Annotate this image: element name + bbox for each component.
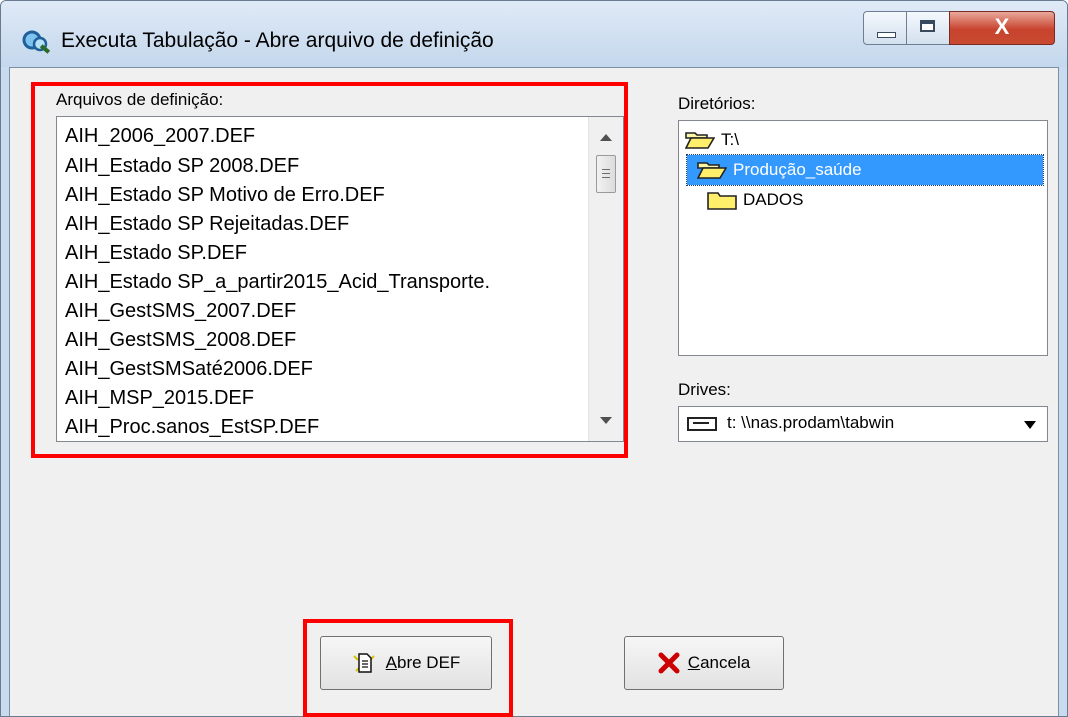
accelerator-key: C (687, 653, 701, 672)
open-def-button[interactable]: Abre DEF (320, 636, 492, 690)
directories-tree[interactable]: T:\ Produção_saúde DADOS (678, 120, 1048, 356)
open-folder-icon (685, 132, 715, 149)
files-scrollbar[interactable] (588, 117, 623, 441)
list-item[interactable]: AIH_Proc.sanos_EstSP.DEF (65, 416, 319, 439)
network-drive-icon (687, 417, 717, 431)
tree-node-root[interactable]: T:\ (685, 125, 739, 155)
dialog-body: Arquivos de definição: AIH_2006_2007.DEF… (9, 67, 1059, 716)
directories-label: Diretórios: (678, 94, 756, 113)
list-item[interactable]: AIH_MSP_2015.DEF (65, 387, 254, 410)
minimize-icon (877, 32, 896, 38)
file-open-icon (352, 653, 375, 673)
tree-node-label: DADOS (743, 190, 804, 209)
scroll-thumb[interactable] (596, 155, 616, 193)
list-item[interactable]: AIH_Estado SP Rejeitadas.DEF (65, 213, 349, 236)
tree-node-label: Produção_saúde (733, 160, 862, 179)
files-label: Arquivos de definição: (56, 90, 224, 109)
chevron-down-icon (1024, 421, 1036, 429)
definition-files-list[interactable]: AIH_2006_2007.DEF AIH_Estado SP 2008.DEF… (56, 116, 624, 442)
drives-selected-value: t: \\nas.prodam\tabwin (727, 413, 895, 432)
button-label: bre DEF (397, 653, 461, 672)
list-item[interactable]: AIH_GestSMS_2008.DEF (65, 329, 296, 352)
scroll-down-arrow-icon[interactable] (600, 417, 612, 424)
window-title: Executa Tabulação - Abre arquivo de defi… (61, 29, 494, 52)
dialog-window: Executa Tabulação - Abre arquivo de defi… (0, 0, 1068, 717)
list-item[interactable]: AIH_Estado SP.DEF (65, 242, 247, 265)
accelerator-key: A (385, 653, 398, 672)
drives-select[interactable]: t: \\nas.prodam\tabwin (678, 406, 1048, 442)
folder-icon (707, 192, 737, 210)
open-folder-icon (697, 162, 727, 179)
tree-node-dados[interactable]: DADOS (707, 185, 803, 215)
grip-line (602, 177, 610, 178)
list-item[interactable]: AIH_2006_2007.DEF (65, 125, 255, 148)
title-bar[interactable]: Executa Tabulação - Abre arquivo de defi… (1, 1, 1067, 67)
list-item[interactable]: AIH_Estado SP_a_partir2015_Acid_Transpor… (65, 271, 490, 294)
close-button[interactable]: X (949, 11, 1055, 45)
list-item[interactable]: AIH_GestSMSaté2006.DEF (65, 358, 313, 381)
cancel-button[interactable]: Cancela (624, 636, 784, 690)
drives-label: Drives: (678, 380, 731, 399)
tabwin-magnifier-icon (22, 30, 51, 54)
list-item[interactable]: AIH_GestSMS_2007.DEF (65, 300, 296, 323)
list-item[interactable]: AIH_Estado SP 2008.DEF (65, 155, 299, 178)
red-x-icon (658, 652, 680, 674)
drives-dropdown-button[interactable] (1015, 409, 1045, 439)
tree-node-label: T:\ (721, 130, 739, 149)
grip-line (602, 173, 610, 174)
maximize-icon (920, 20, 935, 32)
close-icon: X (994, 14, 1010, 39)
grip-line (602, 169, 610, 170)
list-item[interactable]: AIH_Estado SP Motivo de Erro.DEF (65, 184, 385, 207)
button-label: ancela (700, 653, 751, 672)
tree-node-producao-saude[interactable]: Produção_saúde (686, 154, 1044, 186)
maximize-button[interactable] (906, 11, 950, 45)
scroll-up-arrow-icon[interactable] (600, 134, 612, 141)
minimize-button[interactable] (863, 11, 907, 45)
